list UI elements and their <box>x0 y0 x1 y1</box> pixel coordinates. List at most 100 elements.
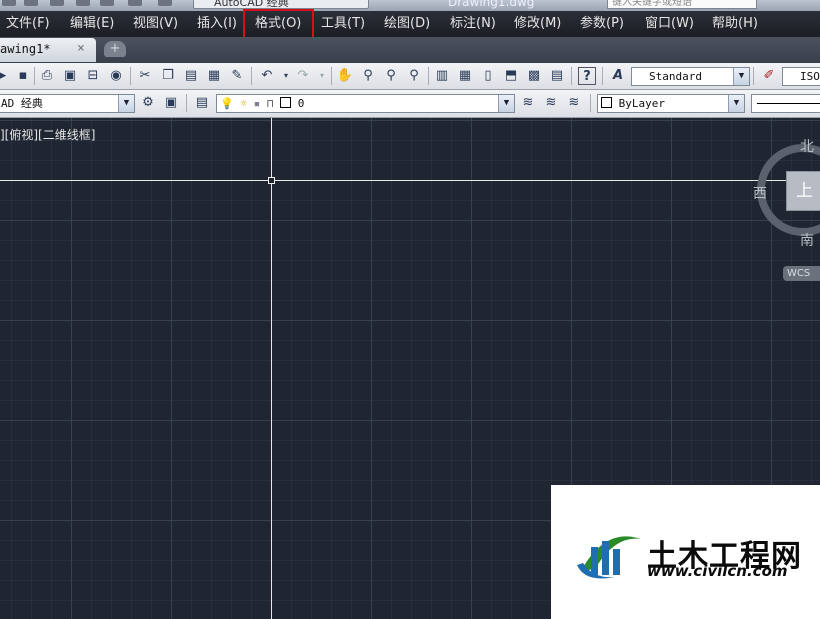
viewcube-west[interactable]: 西 <box>753 183 767 203</box>
layer-on-icon[interactable]: 💡 <box>220 97 234 110</box>
chevron-down-icon[interactable]: ▼ <box>498 95 514 112</box>
crosshair-pickbox <box>268 177 275 184</box>
sheet-set-icon[interactable]: ⬒ <box>502 67 520 85</box>
menu-file[interactable]: 文件(F) <box>6 11 50 37</box>
properties-icon[interactable]: ▥ <box>433 67 451 85</box>
menu-insert[interactable]: 插入(I) <box>197 11 237 37</box>
zoom-previous-icon[interactable]: ⚲ <box>405 67 423 85</box>
chevron-down-icon[interactable]: ▼ <box>728 95 744 112</box>
pan-icon[interactable]: ✋ <box>336 67 354 85</box>
markup-icon[interactable]: ▩ <box>525 67 543 85</box>
toolbar-separator <box>331 67 332 85</box>
text-style-icon[interactable]: A <box>609 67 627 85</box>
new-icon[interactable] <box>2 0 16 6</box>
menu-format-highlight-box <box>243 9 314 39</box>
zoom-window-icon[interactable]: ⚲ <box>382 67 400 85</box>
undo-icon[interactable]: ↶ <box>258 67 276 85</box>
layer-manager-icon[interactable]: ▤ <box>193 94 211 112</box>
redo-icon[interactable]: ↷ <box>294 67 312 85</box>
viewcube-south[interactable]: 南 <box>800 230 814 250</box>
workspace-combo[interactable]: AD 经典 ▼ <box>0 94 135 113</box>
viewport-controls-label[interactable]: ][俯视][二维线框] <box>0 126 95 143</box>
layer-freeze-icon[interactable]: ☼ <box>240 97 247 110</box>
print-icon[interactable]: ⎙ <box>38 67 56 85</box>
redo-dropdown-icon[interactable]: ▾ <box>313 67 331 85</box>
tab-drawing1[interactable]: awing1* × <box>0 38 96 62</box>
color-value: ByLayer <box>618 97 665 110</box>
save-icon[interactable] <box>50 0 64 6</box>
menu-draw[interactable]: 绘图(D) <box>384 11 430 37</box>
menu-window[interactable]: 窗口(W) <box>645 11 694 37</box>
open-icon[interactable] <box>24 0 38 6</box>
menu-edit[interactable]: 编辑(E) <box>70 11 114 37</box>
redo-icon[interactable] <box>158 0 172 6</box>
toolbar-separator <box>34 67 35 85</box>
copy-icon[interactable]: ❐ <box>159 67 177 85</box>
cut-icon[interactable]: ✂ <box>136 67 154 85</box>
3d-dwf-icon[interactable]: ◉ <box>107 67 125 85</box>
toolbar-separator <box>602 67 603 85</box>
workspace-settings-icon[interactable]: ⚙ <box>139 94 157 112</box>
workspace-selector[interactable]: AutoCAD 经典 <box>193 0 369 9</box>
calculator-icon[interactable]: ▤ <box>548 67 566 85</box>
chevron-down-icon[interactable]: ▼ <box>733 68 749 85</box>
undo-icon[interactable] <box>128 0 142 6</box>
paste-block-icon[interactable]: ▦ <box>205 67 223 85</box>
saveas-icon[interactable] <box>76 0 90 6</box>
toolbar-separator <box>753 67 754 85</box>
linetype-sample <box>757 103 820 104</box>
menu-tools[interactable]: 工具(T) <box>321 11 365 37</box>
workspace-save-icon[interactable]: ▣ <box>162 94 180 112</box>
make-current-layer-icon[interactable]: ≋ <box>519 94 537 112</box>
layer-viewport-icon[interactable]: ▪ <box>254 97 261 110</box>
dim-style-combo[interactable]: ISO- <box>782 67 820 86</box>
wcs-menu[interactable]: WCS <box>783 266 820 281</box>
chevron-down-icon[interactable]: ▼ <box>118 95 134 112</box>
new-tab-button[interactable]: + <box>104 41 126 57</box>
viewcube-north[interactable]: 北 <box>800 136 814 156</box>
linetype-control-combo[interactable] <box>751 94 820 113</box>
toolbar-separator <box>251 67 252 85</box>
text-style-combo[interactable]: Standard ▼ <box>631 67 750 86</box>
layer-state-icon[interactable]: ≋ <box>565 94 583 112</box>
layer-combo[interactable]: 💡 ☼ ▪ ⊓ 0 ▼ <box>216 94 515 113</box>
paste-icon[interactable]: ▤ <box>182 67 200 85</box>
crosshair-horizontal <box>0 180 820 181</box>
layer-previous-icon[interactable]: ≋ <box>542 94 560 112</box>
help-search-input[interactable]: 键入关键字或短语 <box>607 0 757 9</box>
dim-style-icon[interactable]: ✐ <box>760 67 778 85</box>
color-control-combo[interactable]: ByLayer ▼ <box>597 94 745 113</box>
color-swatch <box>601 97 612 108</box>
open-icon[interactable]: ▸ <box>0 67 12 85</box>
match-properties-icon[interactable]: ✎ <box>228 67 246 85</box>
tool-palettes-icon[interactable]: ▯ <box>479 67 497 85</box>
undo-dropdown-icon[interactable]: ▾ <box>277 67 295 85</box>
toolbar-separator <box>590 94 591 112</box>
menu-view[interactable]: 视图(V) <box>133 11 178 37</box>
toolbar-separator <box>571 67 572 85</box>
publish-icon[interactable]: ⊟ <box>84 67 102 85</box>
zoom-realtime-icon[interactable]: ⚲ <box>359 67 377 85</box>
viewcube-top-face[interactable]: 上 <box>786 171 820 211</box>
help-icon[interactable]: ? <box>578 67 596 85</box>
layer-lock-icon[interactable]: ⊓ <box>267 97 274 110</box>
toolbar-separator <box>428 67 429 85</box>
print-icon[interactable] <box>100 0 114 6</box>
menu-help[interactable]: 帮助(H) <box>712 11 758 37</box>
print-preview-icon[interactable]: ▣ <box>61 67 79 85</box>
watermark: 土木工程网 www.civilcn.com <box>551 485 820 619</box>
document-title: Drawing1.dwg <box>448 0 535 9</box>
toolbar-separator <box>186 94 187 112</box>
layer-name: 0 <box>297 97 305 110</box>
menu-parametric[interactable]: 参数(P) <box>580 11 624 37</box>
tab-drawing1-label: awing1* <box>0 42 51 56</box>
menu-dimension[interactable]: 标注(N) <box>450 11 496 37</box>
dim-style-value: ISO- <box>800 70 820 83</box>
layers-toolbar: AD 经典 ▼ ⚙ ▣ ▤ 💡 ☼ ▪ ⊓ 0 ▼ ≋ ≋ ≋ ByLayer … <box>0 90 820 118</box>
save-icon[interactable]: ▪ <box>14 67 32 85</box>
crosshair-vertical <box>271 118 272 619</box>
standard-toolbar: ▸ ▪ ⎙ ▣ ⊟ ◉ ✂ ❐ ▤ ▦ ✎ ↶ ▾ ↷ ▾ ✋ ⚲ ⚲ ⚲ ▥ … <box>0 63 820 90</box>
close-icon[interactable]: × <box>77 38 85 60</box>
design-center-icon[interactable]: ▦ <box>456 67 474 85</box>
menu-modify[interactable]: 修改(M) <box>514 11 561 37</box>
